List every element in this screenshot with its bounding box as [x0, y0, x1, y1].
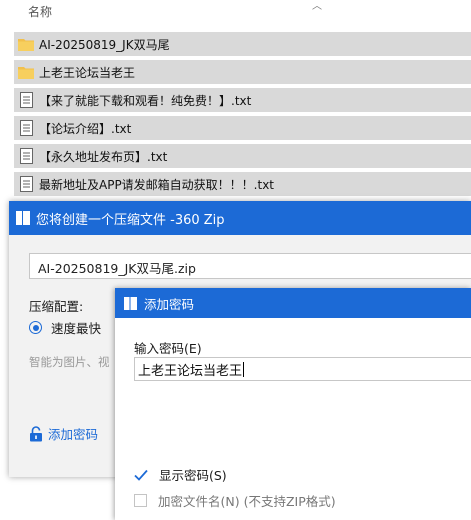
zip-dialog-titlebar[interactable]: 您将创建一个压缩文件 -360 Zip	[9, 201, 471, 235]
column-header-name[interactable]: 名称	[28, 3, 52, 20]
text-caret	[243, 361, 245, 377]
show-password-label: 显示密码(S)	[159, 468, 227, 483]
radio-selected[interactable]	[29, 321, 42, 334]
file-row[interactable]: 上老王论坛当老王	[14, 60, 471, 84]
zip-app-icon	[16, 210, 30, 226]
encrypt-filename-option[interactable]: 加密文件名(N) (不支持ZIP格式)	[134, 491, 336, 510]
speed-fastest-label: 速度最快	[51, 321, 102, 336]
password-input[interactable]: 上老王论坛当老王	[134, 357, 471, 381]
speed-fastest-option[interactable]: 速度最快	[29, 318, 101, 337]
add-password-link[interactable]: 添加密码	[29, 424, 98, 443]
file-name: 【来了就能下载和观看！纯免费！】.txt	[39, 93, 252, 108]
encrypt-filename-label: 加密文件名(N) (不支持ZIP格式)	[158, 494, 336, 509]
file-row[interactable]: 最新地址及APP请发邮箱自动获取！！！.txt	[14, 172, 471, 196]
password-dialog-titlebar[interactable]: 添加密码	[115, 288, 471, 318]
text-file-icon	[18, 92, 34, 108]
file-row[interactable]: 【来了就能下载和观看！纯免费！】.txt	[14, 88, 471, 112]
encrypt-filename-checkbox[interactable]	[134, 494, 147, 507]
text-file-icon	[18, 120, 34, 136]
archive-filename-input[interactable]: AI-20250819_JK双马尾.zip	[29, 253, 471, 279]
file-row[interactable]: AI-20250819_JK双马尾	[14, 32, 471, 56]
smart-compression-hint: 智能为图片、视	[29, 355, 110, 369]
folder-icon	[18, 36, 34, 52]
checkmark-icon[interactable]	[134, 468, 148, 482]
text-file-icon	[18, 176, 34, 192]
file-name: 【论坛介绍】.txt	[39, 121, 132, 136]
show-password-option[interactable]: 显示密码(S)	[134, 465, 227, 484]
chevron-up-icon[interactable]: ︿	[312, 0, 322, 12]
file-row[interactable]: 【永久地址发布页】.txt	[14, 144, 471, 168]
file-name: 【永久地址发布页】.txt	[39, 149, 168, 164]
folder-icon	[18, 64, 34, 80]
password-dialog-title: 添加密码	[144, 296, 195, 312]
password-value: 上老王论坛当老王	[138, 363, 243, 379]
zip-dialog-title: 您将创建一个压缩文件 -360 Zip	[36, 212, 225, 228]
add-password-text: 添加密码	[48, 427, 99, 442]
file-name: AI-20250819_JK双马尾	[39, 37, 170, 52]
file-name: 上老王论坛当老王	[39, 65, 136, 80]
text-file-icon	[18, 148, 34, 164]
lock-icon	[29, 425, 43, 442]
compression-config-label: 压缩配置:	[29, 299, 84, 314]
file-name: 最新地址及APP请发邮箱自动获取！！！.txt	[39, 177, 275, 192]
add-password-dialog: 添加密码 输入密码(E) 上老王论坛当老王 显示密码(S) 加密文件名(N) (…	[115, 288, 471, 520]
password-input-label: 输入密码(E)	[134, 341, 202, 356]
zip-app-icon	[124, 296, 137, 311]
file-row[interactable]: 【论坛介绍】.txt	[14, 116, 471, 140]
